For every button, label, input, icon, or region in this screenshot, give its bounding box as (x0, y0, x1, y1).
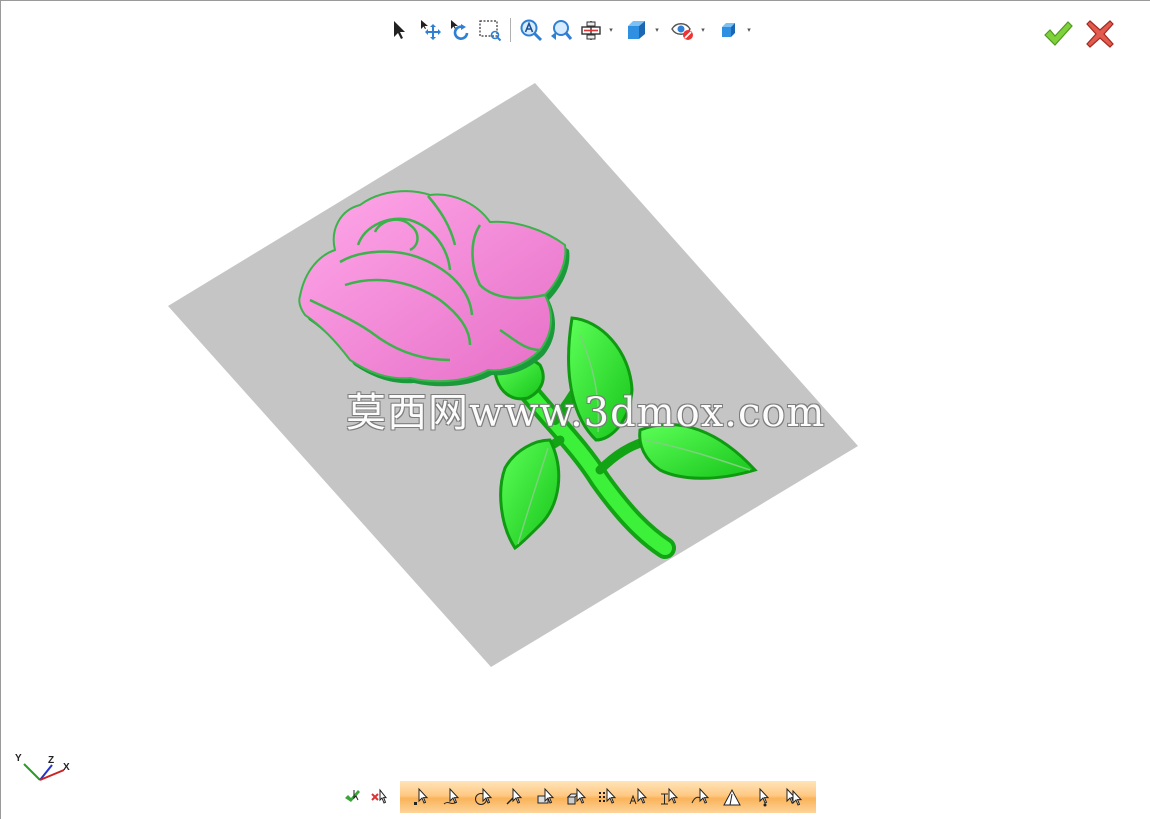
section-view-dropdown[interactable]: ▾ (607, 15, 615, 45)
axis-z-label: Z (48, 755, 55, 766)
axis-triad: Y Z X (12, 752, 76, 786)
filter-dimension-icon[interactable] (656, 783, 684, 811)
filter-curve-icon[interactable] (439, 783, 467, 811)
axis-y-label: Y (15, 753, 22, 764)
display-mode-dropdown[interactable]: ▾ (745, 15, 753, 45)
filter-edge-icon[interactable] (501, 783, 529, 811)
hide-show-dropdown[interactable]: ▾ (699, 15, 707, 45)
filter-body-icon[interactable] (563, 783, 591, 811)
select-arrow-icon[interactable] (386, 15, 414, 45)
accept-icon (1044, 21, 1073, 46)
hide-show-icon[interactable] (669, 15, 697, 45)
clear-selection-button[interactable] (366, 782, 392, 812)
axis-x-label: X (63, 762, 70, 773)
rotate-icon[interactable] (446, 15, 474, 45)
watermark-text: 莫西网www.3dmox.com (346, 390, 826, 436)
confirm-selection-button[interactable] (340, 782, 366, 812)
filter-vertex-icon[interactable] (749, 783, 777, 811)
section-view-icon[interactable] (577, 15, 605, 45)
filter-surface-icon[interactable] (687, 783, 715, 811)
view-cube-icon[interactable] (623, 15, 651, 45)
view-toolbar: ▾ ▾ ▾ ▾ (386, 14, 759, 46)
toolbar-separator (510, 18, 511, 42)
filter-triangle-icon[interactable] (718, 783, 746, 811)
filter-point-icon[interactable] (408, 783, 436, 811)
selection-filter-bar (400, 781, 816, 813)
cancel-button[interactable] (1082, 16, 1118, 52)
display-mode-icon[interactable] (715, 15, 743, 45)
zoom-previous-icon[interactable] (547, 15, 575, 45)
confirm-selection-icon (345, 790, 360, 802)
view-cube-dropdown[interactable]: ▾ (653, 15, 661, 45)
accept-button[interactable] (1040, 16, 1076, 52)
filter-text-icon[interactable] (625, 783, 653, 811)
pan-icon[interactable] (416, 15, 444, 45)
zoom-all-icon[interactable] (517, 15, 545, 45)
filter-circle-icon[interactable] (470, 783, 498, 811)
cancel-icon (1086, 20, 1114, 48)
filter-grid-icon[interactable] (594, 783, 622, 811)
filter-face-icon[interactable] (532, 783, 560, 811)
zoom-box-icon[interactable] (476, 15, 504, 45)
filter-all-icon[interactable] (780, 783, 808, 811)
selection-toolbar (340, 780, 816, 814)
dialog-actions (1040, 16, 1118, 52)
clear-selection-icon (371, 788, 388, 804)
